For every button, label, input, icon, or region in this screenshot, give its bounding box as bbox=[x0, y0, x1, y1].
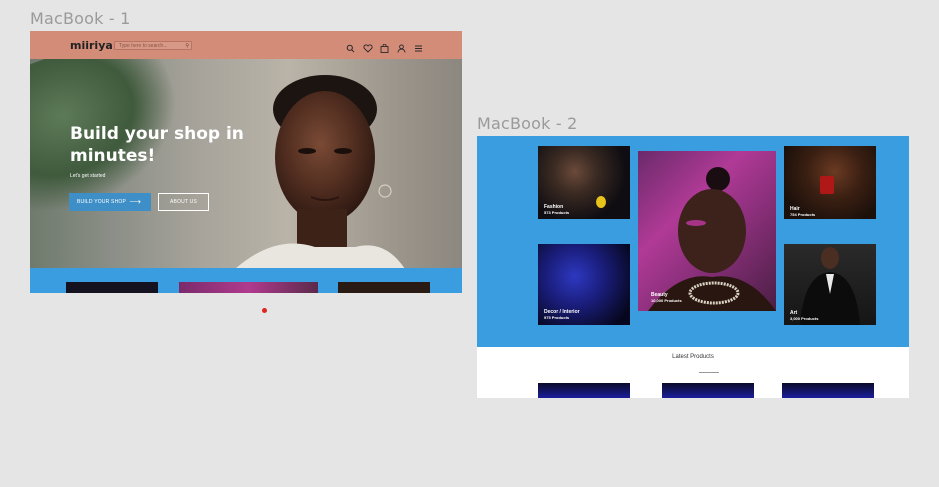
category-count: 975 Products bbox=[544, 315, 570, 320]
category-card-fashion[interactable]: Fashion 573 Products bbox=[538, 146, 630, 219]
category-thumbnail[interactable] bbox=[338, 282, 430, 293]
category-count: 754 Products bbox=[790, 212, 816, 217]
category-count: 573 Products bbox=[544, 210, 570, 215]
frame-label-macbook-2[interactable]: MacBook - 2 bbox=[477, 114, 578, 133]
hero-headline: Build your shop in minutes! bbox=[70, 124, 244, 166]
menu-icon[interactable] bbox=[414, 40, 423, 52]
search-icon[interactable]: ⚲ bbox=[185, 42, 189, 51]
product-card[interactable] bbox=[782, 383, 874, 398]
product-card[interactable] bbox=[538, 383, 630, 398]
build-your-shop-button[interactable]: BUILD YOUR SHOP ⟶ bbox=[69, 193, 151, 211]
category-caption: Beauty 10,000 Products bbox=[651, 292, 682, 304]
category-caption: Hair 754 Products bbox=[790, 206, 815, 218]
category-thumbnail[interactable] bbox=[179, 282, 318, 293]
artboard-macbook-2[interactable]: Fashion 573 Products Beauty 10,000 Produ… bbox=[477, 136, 909, 398]
bag-icon[interactable] bbox=[380, 40, 389, 53]
heart-icon[interactable] bbox=[363, 40, 373, 53]
hair-accent bbox=[820, 176, 834, 194]
search-icon[interactable] bbox=[346, 40, 355, 53]
hero-subtitle: Let's get started bbox=[70, 173, 106, 179]
artboard-macbook-1[interactable]: miiriya Type here to search... ⚲ Build y… bbox=[30, 31, 462, 293]
user-icon[interactable] bbox=[397, 40, 406, 53]
category-caption: Decor / Interior 975 Products bbox=[544, 309, 580, 321]
nav-icon-group bbox=[346, 40, 423, 53]
search-placeholder: Type here to search... bbox=[119, 43, 168, 49]
category-card-decor-interior[interactable]: Decor / Interior 975 Products bbox=[538, 244, 630, 325]
brand-logo[interactable]: miiriya bbox=[70, 39, 113, 52]
fashion-accent bbox=[596, 196, 606, 208]
latest-products-heading: Latest Products bbox=[672, 354, 714, 360]
category-count: 10,000 Products bbox=[651, 298, 682, 303]
category-card-hair[interactable]: Hair 754 Products bbox=[784, 146, 876, 219]
category-strip-preview bbox=[30, 268, 462, 293]
hero-banner: Build your shop in minutes! Let's get st… bbox=[30, 59, 462, 268]
hero-portrait-image bbox=[236, 75, 405, 268]
category-caption: Art 3,000 Products bbox=[790, 310, 818, 322]
category-card-art[interactable]: Art 3,000 Products bbox=[784, 244, 876, 325]
category-thumbnail[interactable] bbox=[66, 282, 158, 293]
heading-divider bbox=[699, 372, 719, 373]
beauty-portrait-image bbox=[648, 167, 776, 311]
category-count: 3,000 Products bbox=[790, 316, 819, 321]
category-caption: Fashion 573 Products bbox=[544, 204, 569, 216]
search-input[interactable]: Type here to search... ⚲ bbox=[114, 41, 192, 50]
about-us-button[interactable]: ABOUT US bbox=[158, 193, 209, 211]
navbar: miiriya Type here to search... ⚲ bbox=[30, 31, 462, 59]
build-your-shop-label: BUILD YOUR SHOP bbox=[77, 199, 127, 205]
arrow-right-icon: ⟶ bbox=[129, 197, 141, 206]
category-card-beauty[interactable]: Beauty 10,000 Products bbox=[638, 151, 776, 311]
category-section: Fashion 573 Products Beauty 10,000 Produ… bbox=[477, 136, 909, 347]
frame-label-macbook-1[interactable]: MacBook - 1 bbox=[30, 9, 131, 28]
frame-indicator-dot bbox=[262, 308, 267, 313]
product-card[interactable] bbox=[662, 383, 754, 398]
